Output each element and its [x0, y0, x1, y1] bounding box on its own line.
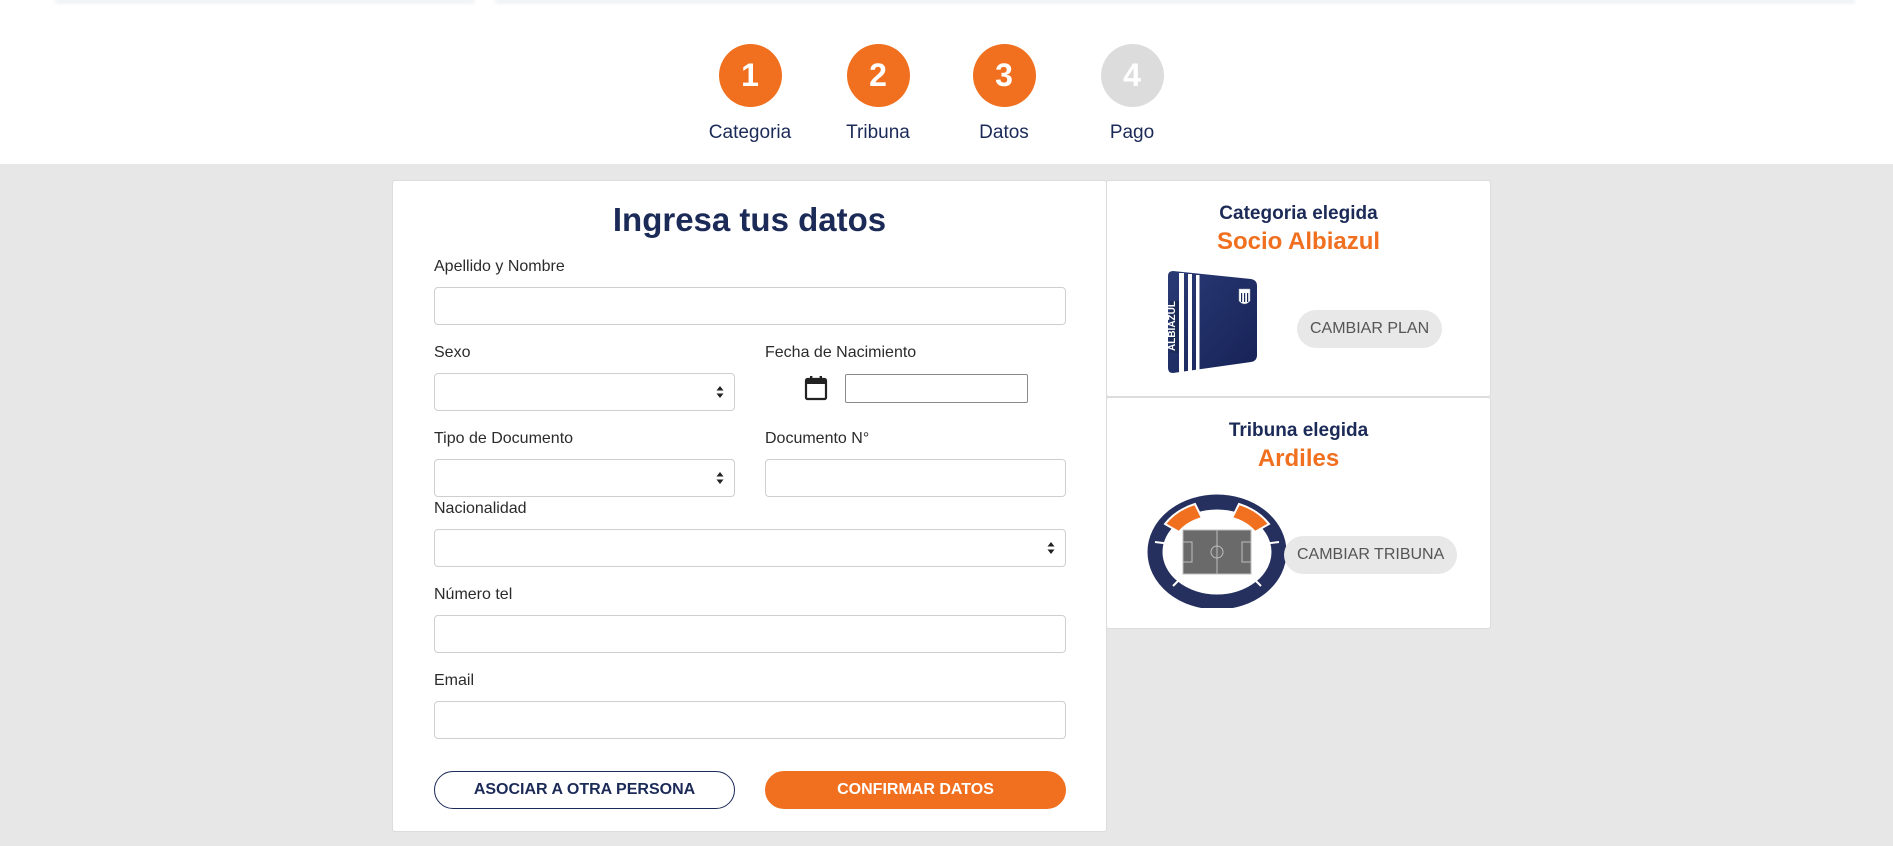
step-number: 4: [1100, 44, 1164, 107]
documento-numero-label: Documento N°: [765, 430, 870, 447]
step-label: Categoria: [708, 122, 792, 143]
membership-card-image: ALBIAZUL: [1167, 271, 1257, 373]
email-label: Email: [434, 672, 475, 689]
step-number: 3: [972, 44, 1036, 107]
select-arrows-icon: [716, 472, 724, 484]
nacionalidad-label: Nacionalidad: [434, 500, 527, 517]
step-datos[interactable]: 3 Datos: [934, 44, 1074, 144]
tipo-documento-select[interactable]: [434, 459, 735, 497]
telefono-label: Número tel: [434, 586, 513, 603]
tribuna-title: Tribuna elegida: [1228, 420, 1369, 441]
nombre-label: Apellido y Nombre: [434, 258, 565, 275]
nacionalidad-select[interactable]: [434, 529, 1066, 567]
calendar-icon[interactable]: [804, 375, 828, 401]
telefono-input[interactable]: [434, 615, 1066, 653]
confirmar-datos-button[interactable]: CONFIRMAR DATOS: [765, 771, 1066, 809]
step-tribuna[interactable]: 2 Tribuna: [808, 44, 948, 144]
documento-numero-input[interactable]: [765, 459, 1066, 497]
stadium-map-image: [1147, 494, 1287, 608]
step-number: 2: [846, 44, 910, 107]
tribuna-card: Tribuna elegida Ardiles CAMBIAR TRIBUNA: [1106, 397, 1491, 629]
categoria-title: Categoria elegida: [1219, 203, 1378, 224]
nombre-input[interactable]: [434, 287, 1066, 325]
top-blur-strip: [495, 0, 1855, 3]
select-arrows-icon: [716, 386, 724, 398]
top-blur-strip: [55, 0, 475, 3]
categoria-card: Categoria elegida Socio Albiazul ALBIAZU…: [1106, 180, 1491, 397]
card-brand-text: ALBIAZUL: [1167, 301, 1178, 351]
step-label: Datos: [979, 122, 1029, 143]
step-categoria[interactable]: 1 Categoria: [680, 44, 820, 144]
cambiar-tribuna-button[interactable]: CAMBIAR TRIBUNA: [1284, 536, 1458, 574]
step-label: Pago: [1109, 122, 1155, 143]
sexo-label: Sexo: [434, 344, 471, 361]
step-label: Tribuna: [846, 122, 910, 143]
step-pago: 4 Pago: [1062, 44, 1202, 144]
fecha-input[interactable]: [845, 374, 1028, 403]
categoria-value: Socio Albiazul: [1216, 228, 1381, 255]
tribuna-value: Ardiles: [1257, 445, 1340, 472]
tipo-documento-label: Tipo de Documento: [434, 430, 574, 447]
sexo-select[interactable]: [434, 373, 735, 411]
step-number: 1: [718, 44, 782, 107]
stepper-header: 1 Categoria 2 Tribuna 3 Datos 4 Pago: [0, 0, 1893, 164]
datos-form-card: Ingresa tus datos Apellido y Nombre Sexo…: [392, 180, 1107, 832]
select-arrows-icon: [1047, 542, 1055, 554]
cambiar-plan-button[interactable]: CAMBIAR PLAN: [1297, 310, 1443, 348]
email-input[interactable]: [434, 701, 1066, 739]
fecha-label: Fecha de Nacimiento: [765, 344, 917, 361]
form-title: Ingresa tus datos: [612, 201, 887, 238]
asociar-otra-persona-button[interactable]: ASOCIAR A OTRA PERSONA: [434, 771, 735, 809]
